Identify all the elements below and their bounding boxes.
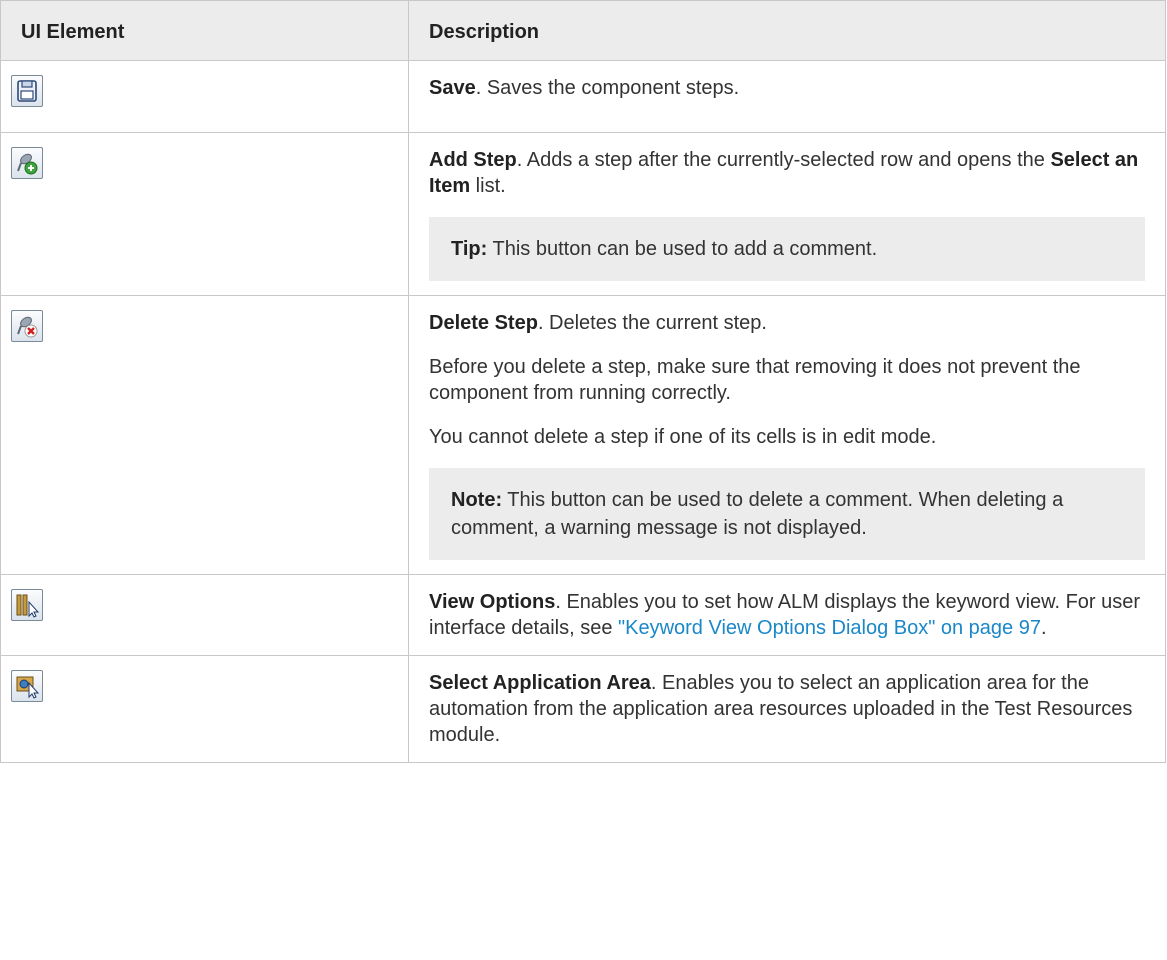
description-cell: Select Application Area. Enables you to … [408,655,1166,763]
select-application-area-icon [11,670,43,702]
element-cell [0,60,409,133]
table-header-row: UI Element Description [0,0,1166,61]
note-text: This button can be used to delete a comm… [451,489,1064,539]
element-cell [0,655,409,763]
element-title: Select Application Area [429,672,651,694]
element-title: Save [429,77,476,99]
tip-text: This button can be used to add a comment… [487,238,878,260]
element-text: . Adds a step after the currently-select… [516,149,1051,171]
tip-callout: Tip: This button can be used to add a co… [429,217,1145,281]
element-text-end: list. [470,175,506,197]
tip-label: Tip: [451,238,488,260]
description-cell: View Options. Enables you to set how ALM… [408,574,1166,656]
description-cell: Add Step. Adds a step after the currentl… [408,132,1166,296]
table-row: Save. Saves the component steps. [0,60,1166,133]
description-cell: Save. Saves the component steps. [408,60,1166,133]
header-description: Description [408,0,1166,61]
view-options-icon [11,589,43,621]
delete-step-icon [11,310,43,342]
keyword-view-options-link[interactable]: "Keyword View Options Dialog Box" on pag… [618,617,1041,639]
element-text: . Deletes the current step. [537,312,767,334]
header-ui-element: UI Element [0,0,409,61]
table-row: Add Step. Adds a step after the currentl… [0,132,1166,296]
table-row: Select Application Area. Enables you to … [0,655,1166,763]
element-cell [0,295,409,575]
table-row: Delete Step. Deletes the current step. B… [0,295,1166,575]
note-label: Note: [451,489,503,511]
element-title: Add Step [429,149,517,171]
add-step-icon [11,147,43,179]
delete-step-para-2: Before you delete a step, make sure that… [429,356,1081,404]
save-disk-icon [11,75,43,107]
ui-elements-table: UI Element Description Save. Saves the c… [0,0,1166,763]
element-title: Delete Step [429,312,538,334]
delete-step-para-3: You cannot delete a step if one of its c… [429,426,937,448]
note-callout: Note: This button can be used to delete … [429,468,1145,560]
element-cell [0,132,409,296]
element-text-end: . [1040,617,1047,639]
description-cell: Delete Step. Deletes the current step. B… [408,295,1166,575]
table-row: View Options. Enables you to set how ALM… [0,574,1166,656]
element-cell [0,574,409,656]
element-title: View Options [429,591,556,613]
element-text: . Saves the component steps. [475,77,740,99]
